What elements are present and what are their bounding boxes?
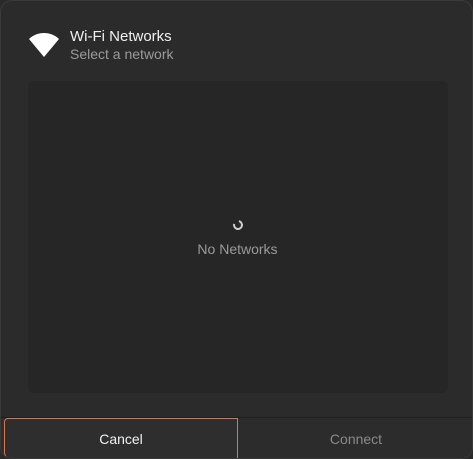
dialog-subtitle: Select a network [70, 46, 174, 62]
dialog-footer: Cancel Connect [1, 417, 472, 458]
dialog-header: Wi-Fi Networks Select a network [1, 1, 472, 71]
network-list[interactable] [28, 81, 448, 393]
wifi-networks-dialog: Wi-Fi Networks Select a network No Netwo… [0, 0, 473, 459]
dialog-title: Wi-Fi Networks [70, 28, 172, 45]
connect-button[interactable]: Connect [238, 418, 472, 458]
cancel-button[interactable]: Cancel [4, 418, 238, 458]
empty-state-label: No Networks [197, 241, 278, 257]
wifi-icon [29, 33, 59, 57]
